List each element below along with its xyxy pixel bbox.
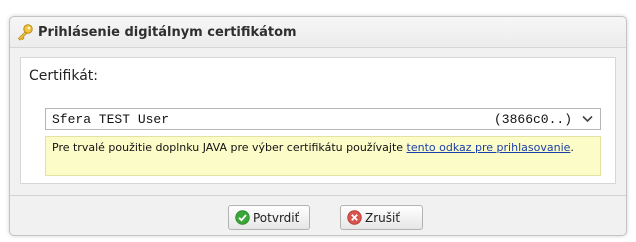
certificate-login-dialog: Prihlásenie digitálnym certifikátom Cert…	[9, 16, 627, 236]
dialog-body: Certifikát: Sfera TEST User (3866c0..) P…	[20, 57, 616, 184]
confirm-button-label: Potvrdiť	[253, 211, 300, 225]
cancel-button-label: Zrušiť	[365, 211, 401, 225]
notice-suffix: .	[570, 141, 574, 154]
dialog-titlebar: Prihlásenie digitálnym certifikátom	[10, 17, 626, 48]
selected-certificate-id: (3866c0..)	[493, 112, 572, 127]
key-icon	[17, 24, 33, 41]
cancel-icon	[347, 210, 362, 225]
certificate-label: Certifikát:	[29, 68, 98, 84]
footer-divider	[10, 195, 626, 196]
confirm-button[interactable]: Potvrdiť	[228, 205, 310, 230]
dialog-title: Prihlásenie digitálnym certifikátom	[38, 25, 297, 40]
cancel-button[interactable]: Zrušiť	[340, 205, 423, 230]
certificate-select[interactable]: Sfera TEST User (3866c0..)	[45, 108, 601, 130]
notice-text: Pre trvalé použitie doplnku JAVA pre výb…	[52, 141, 407, 154]
selected-certificate-name: Sfera TEST User	[52, 112, 170, 127]
java-notice: Pre trvalé použitie doplnku JAVA pre výb…	[45, 136, 601, 176]
check-icon	[235, 210, 250, 225]
chevron-down-icon	[582, 115, 593, 123]
login-link[interactable]: tento odkaz pre prihlasovanie	[407, 141, 571, 154]
